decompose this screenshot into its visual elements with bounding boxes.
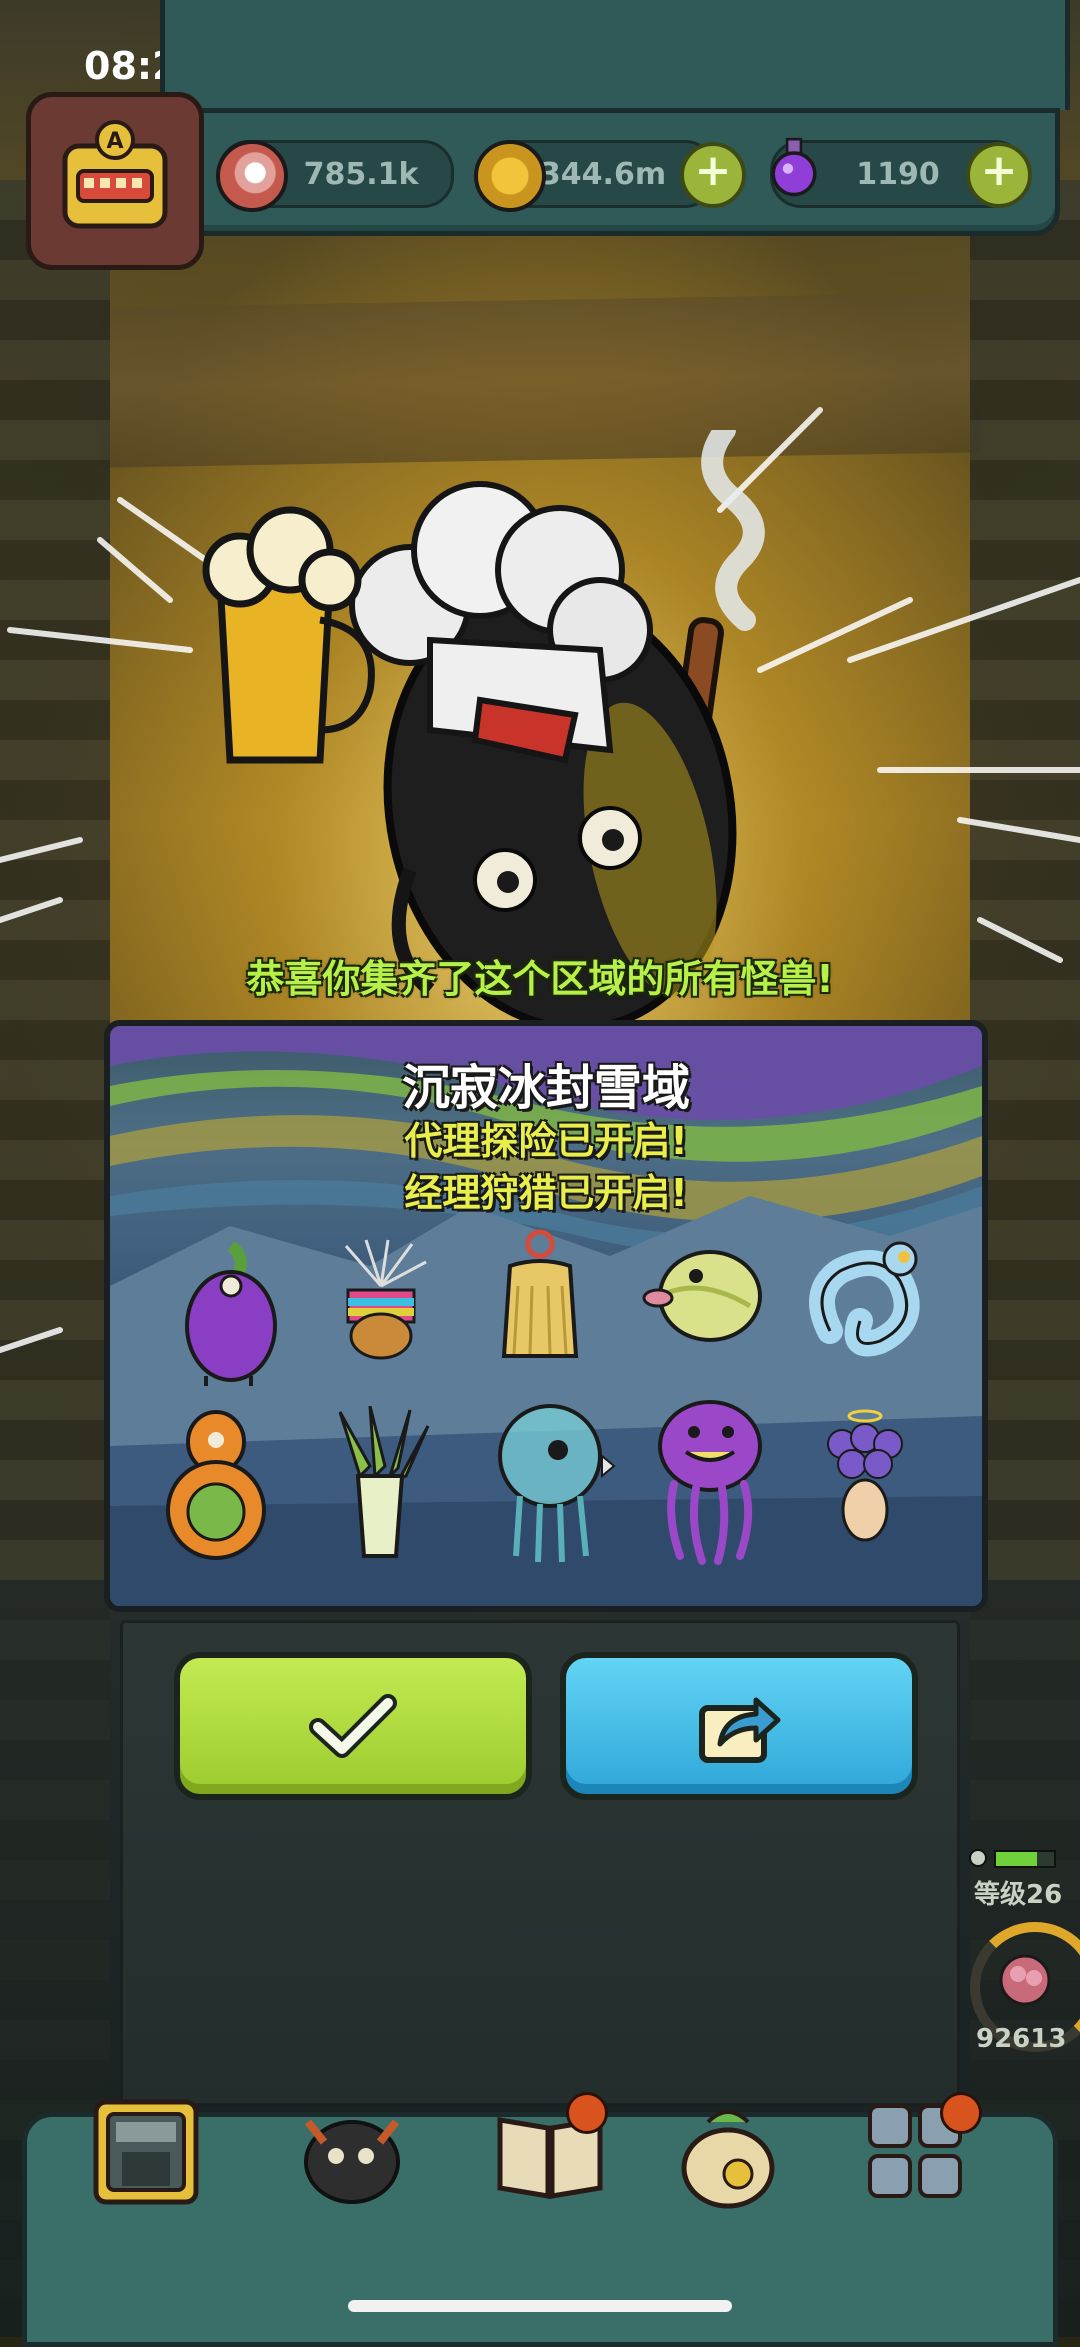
nav-restaurant[interactable] [86, 2092, 206, 2212]
home-indicator[interactable] [348, 2300, 732, 2312]
avocado-monster-icon [166, 1410, 266, 1560]
meat-dish-icon [999, 1954, 1051, 2006]
add-potion-button[interactable]: + [966, 142, 1032, 208]
share-button[interactable] [560, 1652, 918, 1800]
restaurant-icon [93, 2099, 199, 2205]
level-progress-fill [996, 1852, 1037, 1866]
leek-monster-icon [338, 1406, 430, 1558]
confirm-button[interactable] [174, 1652, 532, 1800]
monster-team-icon [304, 2119, 400, 2204]
money-bag-icon [681, 2110, 775, 2209]
gold-coin-icon [474, 140, 546, 212]
nav-monsters[interactable] [292, 2092, 412, 2212]
checkmark-icon [309, 1694, 397, 1758]
noodle-monster-icon [501, 1229, 579, 1358]
menu-notification-badge [940, 2092, 982, 2134]
region-panel: 沉寂冰封雪域 代理探险已开启! 经理狩猎已开启! [104, 1020, 988, 1612]
level-progress-bar [994, 1850, 1056, 1868]
resource-gold-value: 344.6m [539, 156, 667, 192]
region-title: 沉寂冰封雪域 [401, 1060, 690, 1116]
restaurant-rank-icon: A [62, 120, 168, 229]
eggplant-monster-icon [185, 1241, 277, 1386]
rank-letter: A [106, 129, 123, 154]
resource-eyeball-value: 785.1k [303, 156, 419, 192]
potion-icon [771, 137, 817, 197]
manager-hunt-unlocked: 经理狩猎已开启! [404, 1171, 688, 1215]
congrats-banner: 恭喜你集齐了这个区域的所有怪兽! [246, 957, 834, 1001]
ice-serpent-monster-icon [809, 1241, 920, 1357]
nav-shop[interactable] [668, 2092, 788, 2212]
agent-expedition-unlocked: 代理探险已开启! [404, 1119, 688, 1163]
grape-angel-monster-icon [827, 1409, 903, 1542]
hud-top-band [160, 0, 1070, 110]
chef-monster-character [202, 430, 765, 1030]
book-notification-badge [566, 2092, 608, 2134]
rainbow-sprout-monster-icon [344, 1239, 427, 1360]
eyeball-icon [216, 140, 288, 212]
jellyfish-bubble-monster-icon [498, 1404, 616, 1563]
profile-avatar-button[interactable]: A [26, 92, 204, 270]
level-label: 等级26 [974, 1880, 1063, 1910]
add-gold-button[interactable]: + [680, 142, 746, 208]
level-shield-icon [969, 1849, 987, 1867]
cabbage-monster-icon [642, 1250, 762, 1342]
score-value: 92613 [976, 2024, 1067, 2054]
resource-potion-value: 1190 [856, 156, 940, 192]
share-icon [699, 1697, 781, 1763]
purple-jellyfish-monster-icon [658, 1400, 762, 1565]
